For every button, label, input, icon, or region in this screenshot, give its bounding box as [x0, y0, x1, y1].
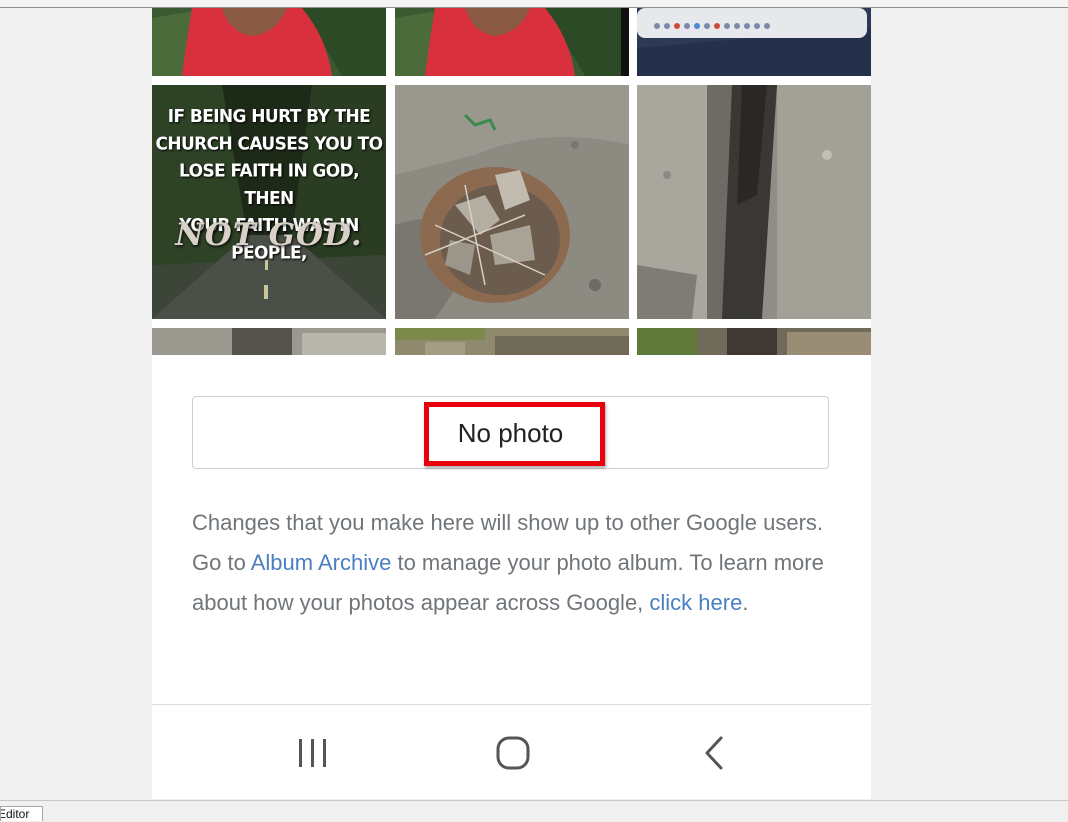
android-nav-bar — [152, 704, 871, 799]
photo-tile-red-shirt-1[interactable] — [152, 8, 386, 76]
photo-tile-row3-1[interactable] — [152, 328, 386, 355]
taskbar-strip — [0, 800, 1068, 822]
phone-screen: IF BEING HURT BY THE CHURCH CAUSES YOU T… — [152, 8, 871, 799]
photo-tile-row3-3[interactable] — [637, 328, 871, 355]
photo-tile-red-shirt-2[interactable] — [395, 8, 629, 76]
recent-apps-icon[interactable] — [283, 731, 343, 775]
no-photo-label: No photo — [457, 418, 564, 448]
quote-line-1: IF BEING HURT BY THE — [167, 106, 371, 128]
back-icon[interactable] — [683, 731, 743, 775]
info-text-part3: . — [742, 590, 749, 615]
info-paragraph: Changes that you make here will show up … — [192, 503, 842, 623]
editor-tab[interactable]: Editor — [0, 806, 43, 821]
photo-tile-pothole[interactable] — [395, 85, 629, 319]
photo-tile-quote[interactable]: IF BEING HURT BY THE CHURCH CAUSES YOU T… — [152, 85, 386, 319]
home-icon[interactable] — [483, 731, 543, 775]
quote-line-3: LOSE FAITH IN GOD, THEN — [179, 160, 360, 210]
no-photo-button[interactable]: No photo — [192, 396, 829, 469]
quote-line-2: CHURCH CAUSES YOU TO — [155, 133, 383, 155]
window-top-edge — [0, 0, 1068, 8]
album-archive-link[interactable]: Album Archive — [251, 550, 392, 575]
photo-tile-drain[interactable] — [637, 85, 871, 319]
photo-tile-screenshot[interactable] — [637, 8, 871, 76]
quote-emphasis: NOT GOD. — [175, 217, 363, 253]
photo-tile-row3-2[interactable] — [395, 328, 629, 355]
click-here-link[interactable]: click here — [649, 590, 742, 615]
